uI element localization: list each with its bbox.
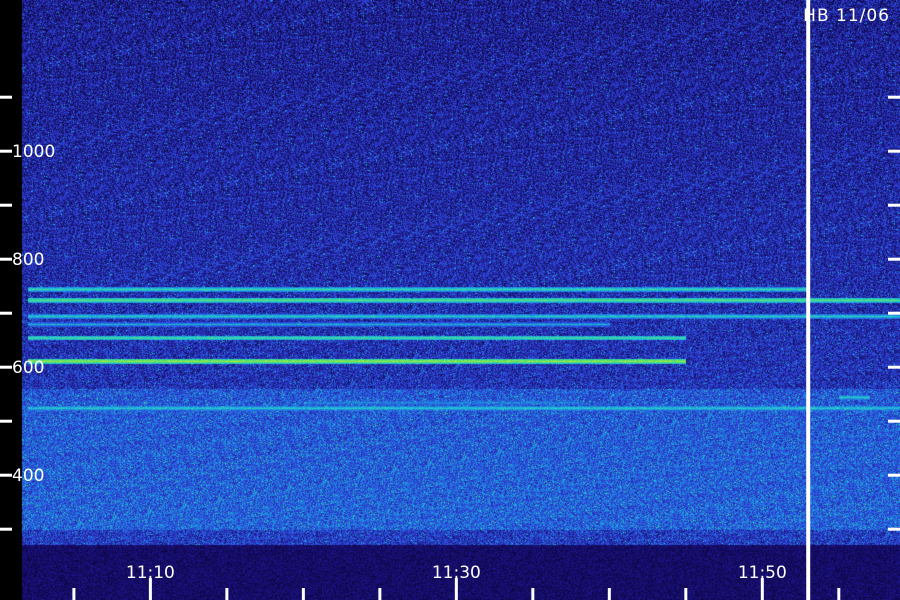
y-tick-label: 800 [12,250,44,270]
x-tick-label: 11:30 [432,563,481,583]
chart-overlay: 1000 800 600 400 11:10 11:30 11:50 [0,0,900,600]
station-label: HB 11/06 [803,6,890,26]
x-tick-label: 11:50 [738,563,787,583]
x-axis: 11:10 11:30 11:50 [72,563,841,600]
x-tick-label: 11:10 [126,563,175,583]
y-tick-label: 600 [12,358,44,378]
y-tick-label: 400 [12,466,44,486]
y-axis: 1000 800 600 400 [0,95,900,531]
y-tick-label: 1000 [12,142,55,162]
